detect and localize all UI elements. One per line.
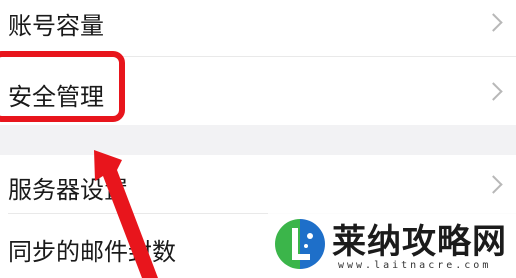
watermark: 莱纳攻略网 www.laitnacre.com bbox=[268, 212, 516, 278]
section-separator bbox=[0, 125, 516, 155]
settings-item-server-settings[interactable]: 服务器设置 bbox=[0, 155, 516, 213]
watermark-title: 莱纳攻略网 bbox=[332, 222, 507, 262]
settings-item-account-capacity[interactable]: 账号容量 bbox=[0, 0, 516, 56]
settings-item-label: 同步的邮件封数 bbox=[8, 238, 176, 266]
settings-item-label: 账号容量 bbox=[8, 12, 104, 40]
chevron-right-icon bbox=[484, 82, 503, 101]
settings-screen: 账号容量 安全管理 服务器设置 同步的邮件封数 莱纳攻略网 www.laitna… bbox=[0, 0, 516, 278]
chevron-right-icon bbox=[484, 175, 503, 194]
chevron-right-icon bbox=[484, 13, 503, 32]
highlight-box bbox=[0, 51, 125, 122]
site-logo-icon bbox=[275, 219, 325, 269]
watermark-url: www.laitnacre.com bbox=[338, 260, 492, 271]
settings-item-label: 服务器设置 bbox=[8, 176, 128, 204]
